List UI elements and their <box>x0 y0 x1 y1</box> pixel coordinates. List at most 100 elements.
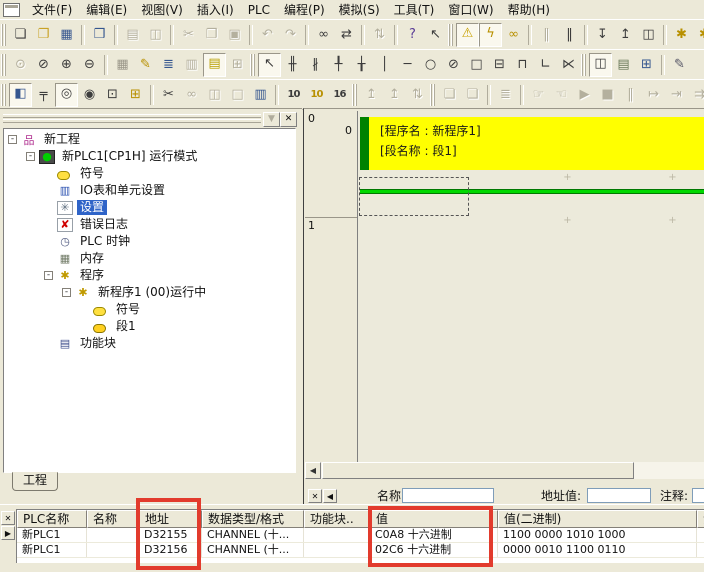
new-instruction-icon[interactable]: □ <box>465 54 488 76</box>
select-mode-icon[interactable]: ↖ <box>258 53 281 77</box>
compare-with-plc-icon[interactable]: ◫ <box>637 24 660 46</box>
toolbar-gripper[interactable] <box>581 54 586 76</box>
menu-simulation[interactable]: 模拟(S) <box>332 1 387 19</box>
binary-monitor-icon[interactable]: ▥ <box>249 84 272 106</box>
replace-icon[interactable]: ⇄ <box>335 24 358 46</box>
toggle-grid-icon[interactable]: ▦ <box>111 54 134 76</box>
monitor-signed-decimal-icon[interactable]: 10 <box>305 84 328 106</box>
menu-program[interactable]: 编程(P) <box>277 1 332 19</box>
new-or-contact-icon[interactable]: ╀ <box>327 54 350 76</box>
new-contact-icon[interactable]: ╫ <box>281 54 304 76</box>
zoom-reset-icon[interactable]: ⊘ <box>32 54 55 76</box>
transfer-to-plc-icon[interactable]: ↧ <box>591 24 614 46</box>
scroll-left-icon[interactable]: ◀ <box>305 462 321 479</box>
online-edit-send-icon[interactable]: ✱ <box>693 24 704 46</box>
pane-grip-bar[interactable]: ▼ ✕ <box>3 112 297 125</box>
pane-menu-arrow-icon[interactable]: ▼ <box>263 112 280 127</box>
show-sections-icon[interactable]: ▤ <box>203 53 226 77</box>
new-horizontal-line-icon[interactable]: ─ <box>396 54 419 76</box>
monitor-mode-icon[interactable]: ϟ <box>479 23 502 47</box>
expander-minus-icon[interactable]: - <box>44 271 53 280</box>
toggle-watch-window-icon[interactable]: ◎ <box>55 83 78 107</box>
ladder-horizontal-scrollbar[interactable]: ◀ <box>305 462 704 479</box>
tree-item-io-table[interactable]: ▥IO表和单元设置 <box>4 182 295 199</box>
watch-row[interactable]: 新PLC1D32156CHANNEL (十...02C6 十六进制0000 00… <box>17 543 704 558</box>
context-help-icon[interactable]: ↖ <box>424 24 447 46</box>
tree-item-program1-symbols[interactable]: 符号 <box>4 301 295 318</box>
watch-column-header[interactable]: 名称 <box>87 510 139 528</box>
memo-icon[interactable]: ✎ <box>668 54 691 76</box>
compare-program-icon[interactable]: ❒ <box>88 24 111 46</box>
new-closed-coil-icon[interactable]: ⊘ <box>442 54 465 76</box>
watch-column-header[interactable]: 值 <box>370 510 498 528</box>
tree-item-plc-device[interactable]: -●新PLC1[CP1H] 运行模式 <box>4 148 295 165</box>
zoom-out-icon[interactable]: ⊖ <box>78 54 101 76</box>
comment-field[interactable] <box>692 488 704 503</box>
expander-minus-icon[interactable]: - <box>8 135 17 144</box>
watch-row[interactable]: 新PLC1D32155CHANNEL (十...C0A8 十六进制1100 00… <box>17 528 704 543</box>
menu-file[interactable]: 文件(F) <box>25 1 79 19</box>
toggle-watch-window2-icon[interactable]: ◉ <box>78 84 101 106</box>
open-project-icon[interactable]: ❐ <box>32 24 55 46</box>
menu-window[interactable]: 窗口(W) <box>441 1 500 19</box>
pause-icon[interactable]: ‖ <box>558 24 581 46</box>
tree-item-programs[interactable]: -✱程序 <box>4 267 295 284</box>
pane-close-icon[interactable]: ✕ <box>280 112 297 127</box>
toolbar-gripper[interactable] <box>448 24 453 46</box>
menu-tools[interactable]: 工具(T) <box>387 1 442 19</box>
address-reference-icon[interactable]: ⊡ <box>101 84 124 106</box>
tree-item-function-blocks[interactable]: ▤功能块 <box>4 335 295 352</box>
data-trace-icon[interactable]: ▤ <box>612 54 635 76</box>
toggle-project-window-icon[interactable]: ◧ <box>9 83 32 107</box>
tree-item-symbols[interactable]: 符号 <box>4 165 295 182</box>
monitor-decimal-icon[interactable]: 10 <box>282 84 305 106</box>
tree-item-memory[interactable]: ▦内存 <box>4 250 295 267</box>
new-or-closed-contact-icon[interactable]: ╁ <box>350 54 373 76</box>
symbol-bar-icon[interactable]: ≣ <box>157 54 180 76</box>
toolbar-gripper[interactable] <box>1 24 6 46</box>
bar-close-icon[interactable]: ✕ <box>308 489 322 503</box>
help-icon[interactable]: ? <box>401 24 424 46</box>
toolbar-gripper[interactable] <box>430 84 435 106</box>
new-project-icon[interactable]: ❏ <box>9 24 32 46</box>
differential-monitor-icon[interactable]: ∞ <box>502 24 525 46</box>
address-field[interactable] <box>587 488 651 503</box>
rung-1-margin[interactable]: 1 <box>305 218 357 462</box>
name-field[interactable] <box>402 488 494 503</box>
transfer-from-plc-icon[interactable]: ↥ <box>614 24 637 46</box>
tree-item-project-root[interactable]: -品新工程 <box>4 131 295 148</box>
menu-view[interactable]: 视图(V) <box>134 1 190 19</box>
cell-selection-cursor[interactable] <box>359 177 469 216</box>
watch-column-header[interactable]: 地址 <box>139 510 202 528</box>
new-plc-instruction-icon[interactable]: ⊓ <box>511 54 534 76</box>
ladder-window-icon[interactable] <box>3 3 20 17</box>
new-coil-icon[interactable]: ○ <box>419 54 442 76</box>
watch-expand-icon[interactable]: ▶ <box>1 526 15 540</box>
menu-insert[interactable]: 插入(I) <box>190 1 241 19</box>
invert-element-icon[interactable]: ⋉ <box>557 54 580 76</box>
tab-project[interactable]: 工程 <box>12 472 58 491</box>
new-vertical-line-icon[interactable]: │ <box>373 54 396 76</box>
cross-reference-icon[interactable]: ✂ <box>157 84 180 106</box>
watch-column-header[interactable]: 功能块.. <box>304 510 370 528</box>
watch-column-header[interactable]: 注释 <box>697 510 704 528</box>
expander-minus-icon[interactable]: - <box>62 288 71 297</box>
time-chart-monitor-icon[interactable]: ⊞ <box>635 54 658 76</box>
toolbar-gripper[interactable] <box>250 54 255 76</box>
work-online-icon[interactable]: ⚠ <box>456 23 479 47</box>
watch-column-header[interactable]: 数据类型/格式 <box>202 510 304 528</box>
rung-comment-block[interactable]: [程序名 : 新程序1] [段名称 : 段1] <box>360 117 704 170</box>
watch-close-icon[interactable]: ✕ <box>1 511 15 525</box>
tree-item-error-log[interactable]: ✘错误日志 <box>4 216 295 233</box>
tree-item-settings[interactable]: ✳设置 <box>4 199 295 216</box>
menu-plc[interactable]: PLC <box>241 1 277 19</box>
watch-column-header[interactable]: 值(二进制) <box>498 510 697 528</box>
properties-window-icon[interactable]: ⊞ <box>124 84 147 106</box>
tree-item-plc-clock[interactable]: ◷PLC 时钟 <box>4 233 295 250</box>
new-closed-contact-icon[interactable]: ∦ <box>304 54 327 76</box>
menu-help[interactable]: 帮助(H) <box>501 1 557 19</box>
rung-0-margin[interactable]: 0 0 <box>305 111 357 218</box>
online-edit-icon[interactable]: ✱ <box>670 24 693 46</box>
new-corner-icon[interactable]: ∟ <box>534 54 557 76</box>
menu-edit[interactable]: 编辑(E) <box>79 1 134 19</box>
